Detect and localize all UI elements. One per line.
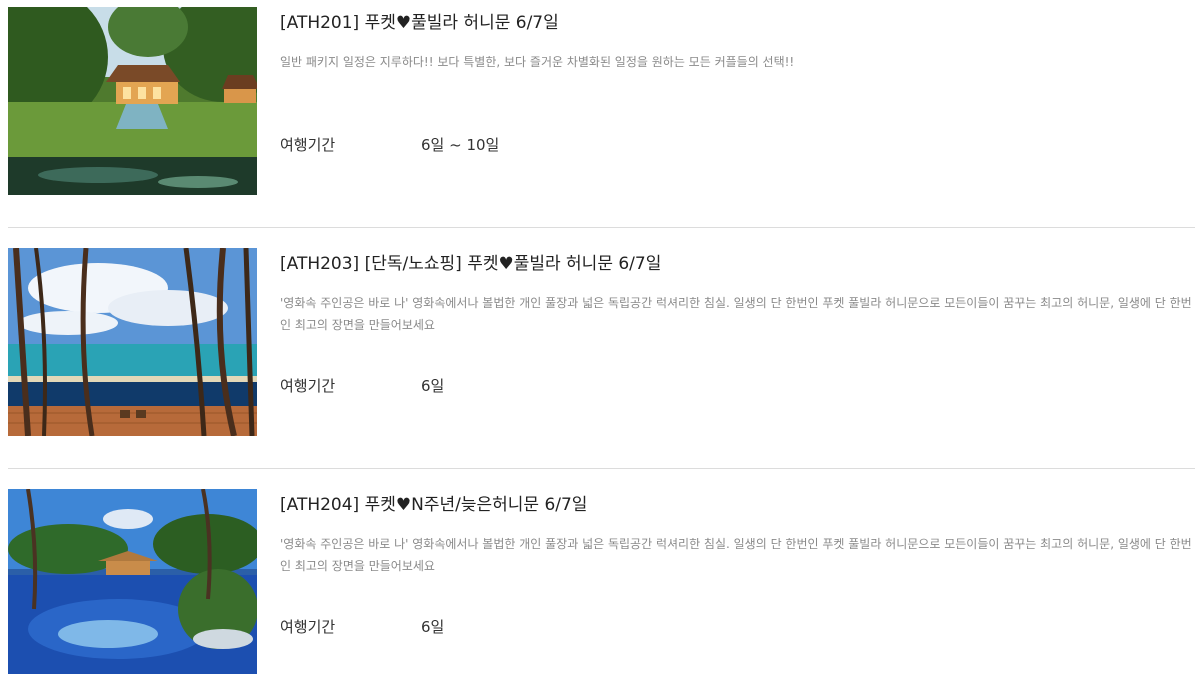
package-title[interactable]: [ATH203] [단독/노쇼핑] 푸켓♥풀빌라 허니문 6/7일 [280, 248, 1195, 276]
package-info: [ATH203] [단독/노쇼핑] 푸켓♥풀빌라 허니문 6/7일 '영화속 주… [280, 248, 1195, 395]
travel-period-value: 6일 [421, 377, 445, 395]
resort-pool-photo [8, 489, 257, 674]
package-title[interactable]: [ATH204] 푸켓♥N주년/늦은허니문 6/7일 [280, 489, 1195, 517]
travel-period: 여행기간 6일 [280, 616, 444, 638]
package-description: '영화속 주인공은 바로 나' 영화속에서나 볼법한 개인 풀장과 넓은 독립공… [280, 296, 1192, 332]
travel-period-value: 6일 [421, 618, 445, 636]
package-info: [ATH201] 푸켓♥풀빌라 허니문 6/7일 일반 패키지 일정은 지루하다… [280, 7, 1195, 154]
package-description: 일반 패키지 일정은 지루하다!! 보다 특별한, 보다 즐거운 차별화된 일정… [280, 55, 795, 69]
package-item[interactable]: [ATH204] 푸켓♥N주년/늦은허니문 6/7일 '영화속 주인공은 바로 … [8, 489, 1195, 674]
travel-period: 여행기간 6일 ~ 10일 [280, 134, 499, 156]
package-thumbnail[interactable] [8, 489, 257, 674]
package-thumbnail[interactable] [8, 7, 257, 195]
travel-period-label: 여행기간 [280, 618, 336, 636]
travel-period-label: 여행기간 [280, 377, 336, 395]
package-thumbnail[interactable] [8, 248, 257, 436]
travel-period: 여행기간 6일 [280, 375, 444, 397]
package-item[interactable]: [ATH203] [단독/노쇼핑] 푸켓♥풀빌라 허니문 6/7일 '영화속 주… [8, 248, 1195, 436]
package-title[interactable]: [ATH201] 푸켓♥풀빌라 허니문 6/7일 [280, 7, 1195, 35]
divider [8, 227, 1195, 228]
divider [8, 468, 1195, 469]
travel-period-value: 6일 ~ 10일 [421, 136, 500, 154]
travel-period-label: 여행기간 [280, 136, 336, 154]
package-item[interactable]: [ATH201] 푸켓♥풀빌라 허니문 6/7일 일반 패키지 일정은 지루하다… [8, 7, 1195, 195]
villa-garden-photo [8, 7, 257, 195]
package-list: [ATH201] 푸켓♥풀빌라 허니문 6/7일 일반 패키지 일정은 지루하다… [0, 0, 1195, 674]
package-description: '영화속 주인공은 바로 나' 영화속에서나 볼법한 개인 풀장과 넓은 독립공… [280, 537, 1192, 573]
beach-palms-photo [8, 248, 257, 436]
package-info: [ATH204] 푸켓♥N주년/늦은허니문 6/7일 '영화속 주인공은 바로 … [280, 489, 1195, 636]
